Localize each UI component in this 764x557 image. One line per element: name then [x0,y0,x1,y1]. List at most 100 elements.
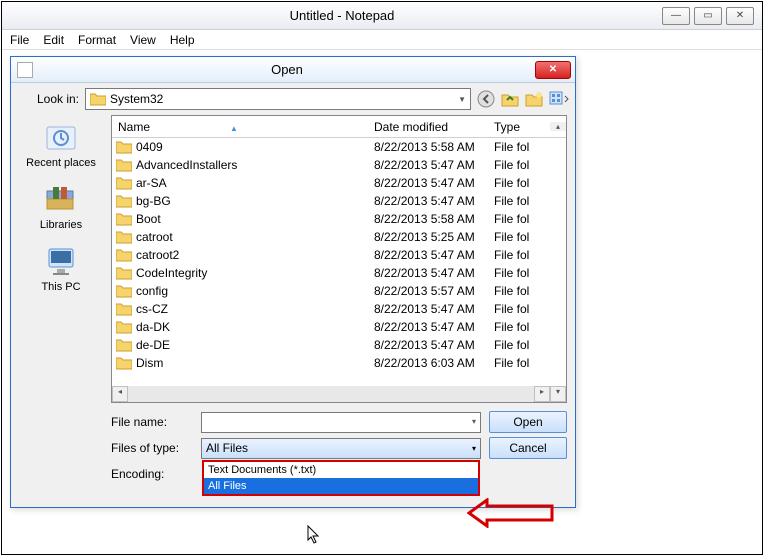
sort-ascending-icon: ▲ [230,124,238,133]
file-type: File fol [494,230,550,244]
file-row[interactable]: bg-BG8/22/2013 5:47 AMFile fol [112,192,566,210]
view-menu-icon[interactable] [549,90,567,108]
chevron-down-icon: ▼ [458,95,466,104]
column-type[interactable]: Type [494,120,550,134]
file-row[interactable]: 04098/22/2013 5:58 AMFile fol [112,138,566,156]
file-row[interactable]: de-DE8/22/2013 5:47 AMFile fol [112,336,566,354]
file-type: File fol [494,176,550,190]
file-row[interactable]: ar-SA8/22/2013 5:47 AMFile fol [112,174,566,192]
dialog-close-button[interactable]: ✕ [535,61,571,79]
folder-icon [116,356,132,370]
file-row[interactable]: AdvancedInstallers8/22/2013 5:47 AMFile … [112,156,566,174]
column-headers: Name▲ Date modified Type ▴ [112,116,566,138]
scroll-right-button[interactable]: ▸ [534,386,550,402]
menu-format[interactable]: Format [78,33,116,47]
close-button[interactable]: ✕ [726,7,754,25]
notepad-menubar: File Edit Format View Help [2,30,762,50]
file-type: File fol [494,266,550,280]
file-row[interactable]: catroot28/22/2013 5:47 AMFile fol [112,246,566,264]
look-in-value: System32 [110,92,163,106]
file-date: 8/22/2013 5:47 AM [374,266,494,280]
folder-icon [116,320,132,334]
file-date: 8/22/2013 6:03 AM [374,356,494,370]
back-icon[interactable] [477,90,495,108]
place-recent[interactable]: Recent places [26,119,96,169]
file-date: 8/22/2013 5:58 AM [374,140,494,154]
file-type: File fol [494,284,550,298]
file-date: 8/22/2013 5:58 AM [374,212,494,226]
file-type: File fol [494,338,550,352]
folder-icon [90,92,106,106]
file-date: 8/22/2013 5:47 AM [374,176,494,190]
file-date: 8/22/2013 5:47 AM [374,320,494,334]
folder-icon [116,266,132,280]
file-type: File fol [494,302,550,316]
file-row[interactable]: catroot8/22/2013 5:25 AMFile fol [112,228,566,246]
file-name: ar-SA [136,176,374,190]
dropdown-option-all-files[interactable]: All Files [204,478,478,494]
file-name-input[interactable]: ▾ [201,412,481,433]
file-date: 8/22/2013 5:47 AM [374,338,494,352]
file-name: catroot2 [136,248,374,262]
folder-icon [116,176,132,190]
encoding-label: Encoding: [111,467,193,481]
folder-icon [116,212,132,226]
file-name: CodeIntegrity [136,266,374,280]
files-of-type-select[interactable]: All Files ▾ Text Documents (*.txt) All F… [201,438,481,459]
up-one-level-icon[interactable] [501,90,519,108]
annotation-arrow [467,498,557,528]
recent-places-icon [43,119,79,155]
menu-help[interactable]: Help [170,33,195,47]
scroll-left-button[interactable]: ◂ [112,386,128,402]
place-this-pc[interactable]: This PC [41,243,80,293]
menu-edit[interactable]: Edit [43,33,64,47]
file-row[interactable]: CodeIntegrity8/22/2013 5:47 AMFile fol [112,264,566,282]
look-in-label: Look in: [19,92,79,106]
file-date: 8/22/2013 5:57 AM [374,284,494,298]
cursor-icon [307,525,323,550]
menu-view[interactable]: View [130,33,156,47]
chevron-down-icon[interactable]: ▾ [472,417,476,426]
libraries-icon [43,181,79,217]
file-name: bg-BG [136,194,374,208]
place-libraries[interactable]: Libraries [40,181,82,231]
file-name: de-DE [136,338,374,352]
minimize-button[interactable]: — [662,7,690,25]
scroll-up-button[interactable]: ▴ [550,122,566,131]
file-date: 8/22/2013 5:47 AM [374,248,494,262]
open-dialog: Open ✕ Look in: System32 ▼ [10,56,576,508]
maximize-button[interactable]: ▭ [694,7,722,25]
cancel-button[interactable]: Cancel [489,437,567,459]
file-row[interactable]: config8/22/2013 5:57 AMFile fol [112,282,566,300]
scroll-track[interactable] [128,386,534,402]
file-row[interactable]: Boot8/22/2013 5:58 AMFile fol [112,210,566,228]
dialog-icon [17,62,33,78]
file-type: File fol [494,248,550,262]
file-row[interactable]: da-DK8/22/2013 5:47 AMFile fol [112,318,566,336]
file-name: cs-CZ [136,302,374,316]
file-type: File fol [494,140,550,154]
file-row[interactable]: Dism8/22/2013 6:03 AMFile fol [112,354,566,372]
look-in-select[interactable]: System32 ▼ [85,88,471,110]
menu-file[interactable]: File [10,33,29,47]
file-name-label: File name: [111,415,193,429]
dialog-titlebar: Open ✕ [11,57,575,83]
open-button[interactable]: Open [489,411,567,433]
horizontal-scrollbar[interactable]: ◂ ▸ ▾ [112,386,566,402]
new-folder-icon[interactable] [525,90,543,108]
dropdown-option-text-documents[interactable]: Text Documents (*.txt) [204,462,478,478]
column-name[interactable]: Name▲ [112,120,374,134]
file-name: 0409 [136,140,374,154]
file-type: File fol [494,158,550,172]
file-row[interactable]: cs-CZ8/22/2013 5:47 AMFile fol [112,300,566,318]
folder-icon [116,194,132,208]
files-of-type-label: Files of type: [111,441,193,455]
file-name: Dism [136,356,374,370]
dialog-title: Open [39,62,535,77]
file-date: 8/22/2013 5:25 AM [374,230,494,244]
column-date[interactable]: Date modified [374,120,494,134]
files-of-type-dropdown: Text Documents (*.txt) All Files [202,460,480,496]
file-type: File fol [494,356,550,370]
scroll-down-button[interactable]: ▾ [550,386,566,402]
folder-icon [116,338,132,352]
